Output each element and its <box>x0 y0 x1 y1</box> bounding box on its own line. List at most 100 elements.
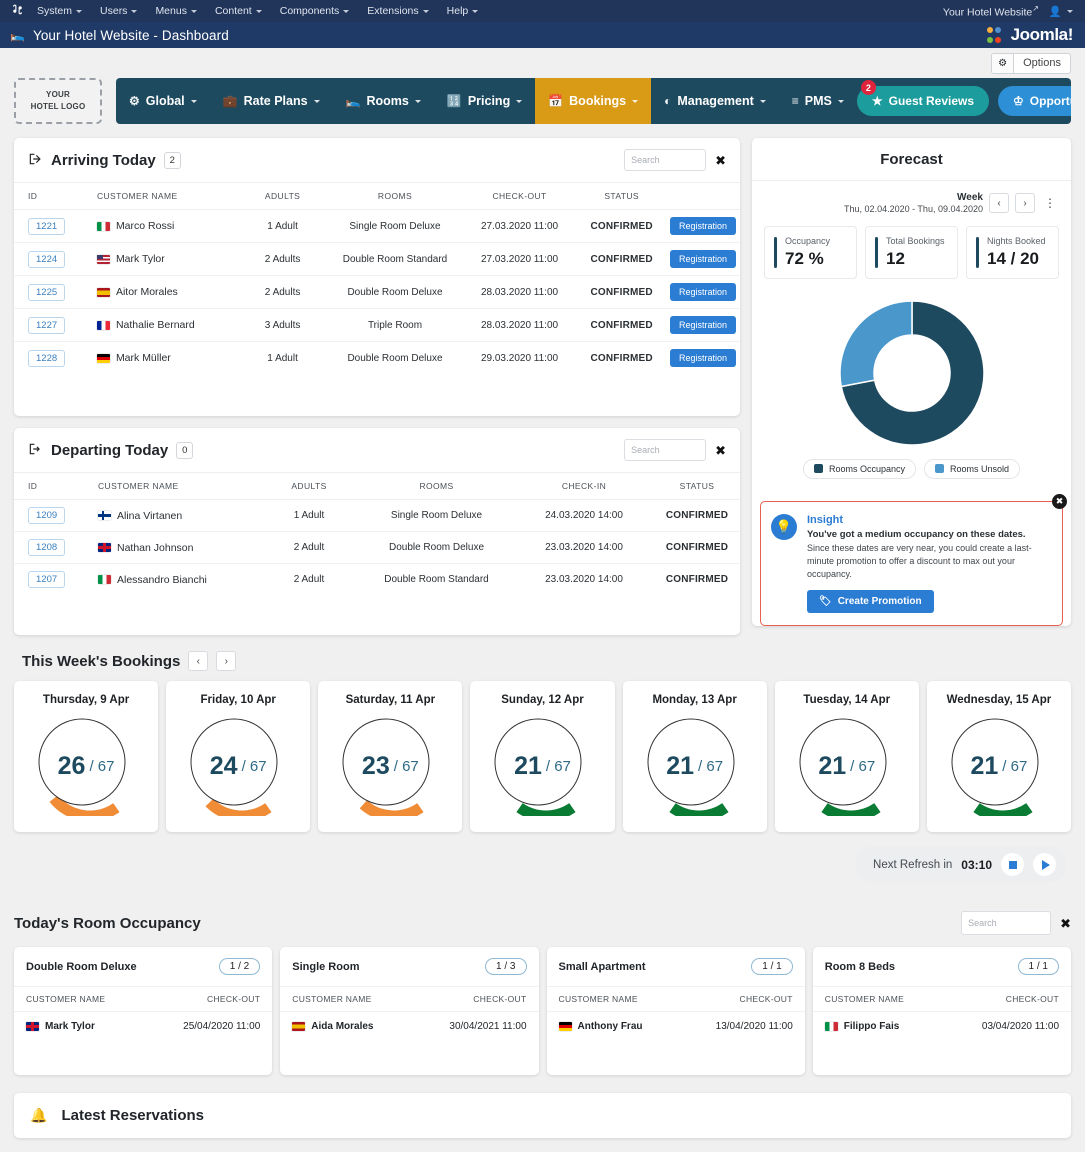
day-booking-card[interactable]: Monday, 13 Apr 21 / 67 <box>622 681 767 832</box>
day-booking-card[interactable]: Thursday, 9 Apr 26 / 67 <box>14 681 159 832</box>
joomla-logo-icon[interactable] <box>6 3 28 19</box>
table-row[interactable]: 1227 Nathalie Bernard 3 Adults Triple Ro… <box>14 308 740 342</box>
week-prev-button[interactable]: ‹ <box>188 651 209 671</box>
nav-item-rate-plans[interactable]: 💼 Rate Plans <box>210 78 333 124</box>
nav-item-pms[interactable]: ≡ PMS <box>779 78 857 124</box>
occupancy-row[interactable]: Aida Morales 30/04/2021 11:00 <box>280 1012 538 1041</box>
room-type-card[interactable]: Double Room Deluxe 1 / 2 CUSTOMER NAME C… <box>14 947 273 1075</box>
booking-id[interactable]: 1221 <box>28 217 66 235</box>
booking-id[interactable]: 1225 <box>28 283 66 301</box>
day-booking-card[interactable]: Tuesday, 14 Apr 21 / 67 <box>774 681 919 832</box>
table-row[interactable]: 1208 Nathan Johnson 2 Adult Double Room … <box>14 531 740 564</box>
day-gauge: 21 / 67 <box>797 716 897 816</box>
occupancy-search-input[interactable] <box>961 911 1052 935</box>
room: Single Room Deluxe <box>328 209 462 243</box>
registration-button[interactable]: Registration <box>669 217 736 235</box>
metric-accent-bar <box>976 236 979 268</box>
stop-icon[interactable] <box>1001 853 1024 876</box>
col-customer: CUSTOMER NAME <box>26 994 106 1004</box>
room-type-card[interactable]: Room 8 Beds 1 / 1 CUSTOMER NAME CHECK-OU… <box>812 947 1071 1075</box>
donut-svg <box>838 299 985 446</box>
flag-icon <box>96 353 110 363</box>
col-checkout: CHECK-OUT <box>461 183 578 210</box>
joomla-menu-item-menus[interactable]: Menus <box>146 2 206 20</box>
play-icon[interactable] <box>1033 853 1056 876</box>
table-row[interactable]: 1221 Marco Rossi 1 Adult Single Room Del… <box>14 209 740 243</box>
joomla-menu-item-content[interactable]: Content <box>206 2 271 20</box>
departing-search-input[interactable] <box>624 439 707 461</box>
chevron-down-icon <box>414 99 421 103</box>
chevron-down-icon <box>131 9 138 13</box>
booking-id[interactable]: 1209 <box>28 507 66 524</box>
arriving-header: Arriving Today 2 ✖ <box>14 138 740 183</box>
chevron-left-icon[interactable]: ‹ <box>989 193 1009 214</box>
dashboard-top-row: Arriving Today 2 ✖ ID CUSTOMER NAME ADUL… <box>14 138 1071 635</box>
donut-slice[interactable] <box>838 299 913 388</box>
close-icon[interactable]: ✖ <box>715 154 726 167</box>
departing-today-card: Departing Today 0 ✖ ID CUSTOMER NAME ADU… <box>14 428 740 635</box>
close-icon[interactable]: ✖ <box>715 444 726 457</box>
booking-id[interactable]: 1207 <box>28 571 66 588</box>
user-menu[interactable]: 👤 <box>1049 5 1073 18</box>
hotel-logo-placeholder[interactable]: YOUR HOTEL LOGO <box>14 78 102 124</box>
nav-item-pricing[interactable]: 🔢 Pricing <box>434 78 535 124</box>
arriving-search-input[interactable] <box>624 149 707 171</box>
site-preview-link[interactable]: Your Hotel Website↗ <box>943 4 1039 19</box>
occupancy-row[interactable]: Filippo Fais 03/04/2020 11:00 <box>813 1012 1071 1041</box>
day-booking-card[interactable]: Saturday, 11 Apr 23 / 67 <box>318 681 463 832</box>
create-promotion-button[interactable]: 🏷 Create Promotion <box>807 589 934 613</box>
room: Double Room Deluxe <box>328 275 462 309</box>
kebab-menu-icon[interactable]: ⋮ <box>1041 197 1059 209</box>
opportunities-button[interactable]: ♔ Opportunities <box>998 86 1071 116</box>
insight-bold-line: You've got a medium occupancy on these d… <box>807 528 1026 540</box>
nav-item-bookings[interactable]: 📅 Bookings <box>535 78 652 124</box>
table-row[interactable]: 1224 Mark Tylor 2 Adults Double Room Sta… <box>14 242 740 276</box>
guest-name: Aida Morales <box>311 1021 374 1032</box>
metric-value: 12 <box>886 248 905 268</box>
joomla-brand-logo: Joomla! <box>982 23 1073 47</box>
booking-id[interactable]: 1208 <box>28 539 66 556</box>
registration-button[interactable]: Registration <box>669 283 736 301</box>
day-booking-card[interactable]: Friday, 10 Apr 24 / 67 <box>166 681 311 832</box>
booking-id[interactable]: 1224 <box>28 250 66 268</box>
nav-item-management[interactable]: ◐ Management <box>651 78 779 124</box>
booking-id[interactable]: 1227 <box>28 316 66 334</box>
customer-name: Nathan Johnson <box>117 541 194 554</box>
menu-label: Components <box>279 5 340 17</box>
joomla-menu-item-users[interactable]: Users <box>91 2 146 20</box>
legend-item-rooms-unsold[interactable]: Rooms Unsold <box>924 458 1021 479</box>
joomla-menu-item-components[interactable]: Components <box>271 2 359 20</box>
joomla-bar-right: Your Hotel Website↗ 👤 <box>943 4 1079 19</box>
occupancy-row[interactable]: Anthony Frau 13/04/2020 11:00 <box>547 1012 805 1041</box>
joomla-menu-item-system[interactable]: System <box>28 2 91 20</box>
table-row[interactable]: 1228 Mark Müller 1 Adult Double Room Del… <box>14 342 740 375</box>
table-row[interactable]: 1209 Alina Virtanen 1 Adult Single Room … <box>14 499 740 532</box>
registration-button[interactable]: Registration <box>669 250 736 268</box>
nav-item-rooms[interactable]: 🛌 Rooms <box>333 78 434 124</box>
table-row[interactable]: 1225 Aitor Morales 2 Adults Double Room … <box>14 275 740 309</box>
close-icon[interactable]: ✖ <box>1060 917 1071 930</box>
room-type-card[interactable]: Single Room 1 / 3 CUSTOMER NAME CHECK-OU… <box>280 947 539 1075</box>
options-button[interactable]: ⚙ Options <box>991 52 1071 74</box>
customer-name: Alessandro Bianchi <box>117 573 207 586</box>
registration-button[interactable]: Registration <box>669 316 736 334</box>
legend-item-rooms-occupancy[interactable]: Rooms Occupancy <box>802 458 916 479</box>
flag-icon <box>558 1022 572 1031</box>
day-booking-card[interactable]: Sunday, 12 Apr 21 / 67 <box>470 681 615 832</box>
close-icon[interactable]: ✖ <box>1052 493 1067 509</box>
registration-button[interactable]: Registration <box>669 349 736 367</box>
guest-reviews-button[interactable]: 2 ★ Guest Reviews <box>856 80 990 116</box>
day-gauge: 21 / 67 <box>645 716 745 816</box>
chevron-right-icon[interactable]: › <box>1015 193 1035 214</box>
week-bookings-title: This Week's Bookings <box>22 652 181 670</box>
chevron-down-icon <box>516 99 523 103</box>
day-booking-card[interactable]: Wednesday, 15 Apr 21 / 67 <box>926 681 1071 832</box>
booking-id[interactable]: 1228 <box>28 349 66 367</box>
joomla-menu-item-extensions[interactable]: Extensions <box>358 2 437 20</box>
week-next-button[interactable]: › <box>216 651 237 671</box>
nav-item-global[interactable]: ⚙ Global <box>116 78 210 124</box>
joomla-menu-item-help[interactable]: Help <box>438 2 488 20</box>
table-row[interactable]: 1207 Alessandro Bianchi 2 Adult Double R… <box>14 564 740 596</box>
occupancy-row[interactable]: Mark Tylor 25/04/2020 11:00 <box>14 1012 272 1041</box>
room-type-card[interactable]: Small Apartment 1 / 1 CUSTOMER NAME CHEC… <box>546 947 805 1075</box>
